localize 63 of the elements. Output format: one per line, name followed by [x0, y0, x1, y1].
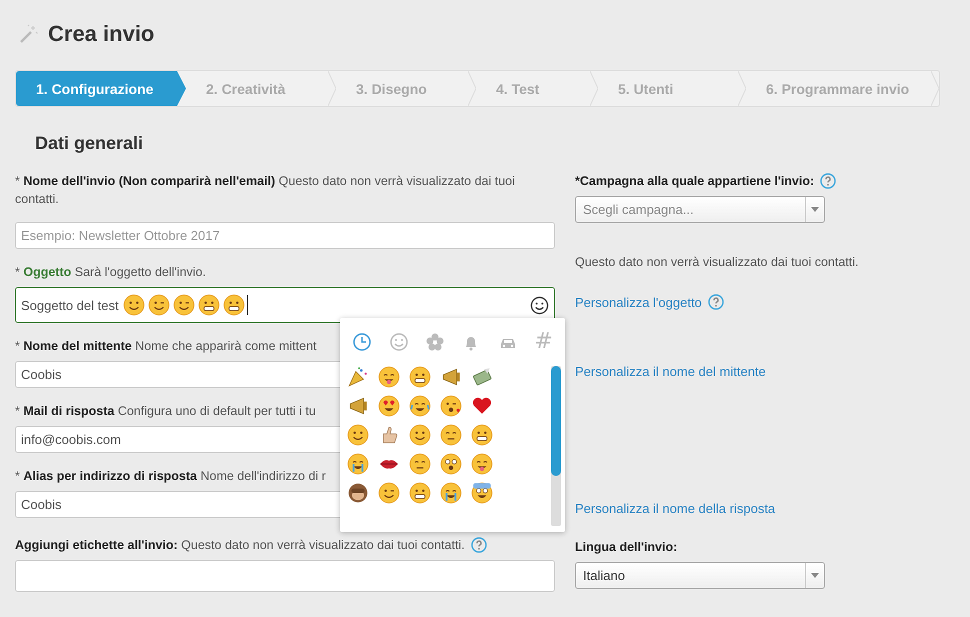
- smiley-icon[interactable]: [122, 294, 145, 316]
- tags-field[interactable]: [15, 560, 555, 592]
- step-tab[interactable]: 5. Utenti: [598, 71, 746, 106]
- step-tab[interactable]: 2. Creatività: [186, 71, 336, 106]
- sad-face-icon[interactable]: [440, 424, 462, 446]
- section-title: Dati generali: [35, 133, 144, 154]
- dropdown-caret-icon: [811, 207, 819, 212]
- step-tab[interactable]: 3. Disegno: [336, 71, 476, 106]
- customize-link[interactable]: Personalizza l'oggetto: [575, 294, 702, 310]
- clock-icon[interactable]: [352, 332, 372, 352]
- kissing-face-icon[interactable]: [440, 395, 462, 417]
- monkey-icon[interactable]: [347, 482, 369, 504]
- scrollbar[interactable]: [551, 366, 561, 526]
- winking-face-icon[interactable]: [172, 294, 195, 316]
- field-label: Lingua dell'invio:: [575, 539, 678, 556]
- grinning-face-icon[interactable]: [409, 366, 431, 388]
- winking-face-icon[interactable]: [148, 294, 170, 316]
- customize-link[interactable]: Personalizza il nome della risposta: [575, 501, 776, 516]
- step-tab[interactable]: 6. Programmare invio: [746, 71, 939, 106]
- tongue-face-icon[interactable]: [378, 366, 400, 388]
- astonished-face-icon[interactable]: [440, 453, 462, 475]
- megaphone-icon[interactable]: [440, 366, 462, 388]
- language-select[interactable]: Italiano: [575, 562, 825, 589]
- help-icon[interactable]: [708, 294, 724, 310]
- field-label: *Alias per indirizzo di risposta Nome dell'indirizzo di r: [15, 468, 326, 485]
- step-tab[interactable]: 1. Configurazione: [16, 71, 186, 106]
- dropdown-caret-icon: [811, 573, 819, 578]
- smiley-icon[interactable]: [347, 424, 369, 446]
- magic-wand-icon: [18, 24, 38, 44]
- field-label: *Nome dell'invio (Non comparirà nell'email) Questo dato non verrà visualizzato dai tuoi contatti.: [15, 174, 515, 206]
- grinning-face-icon[interactable]: [222, 294, 245, 316]
- step-tab[interactable]: 4. Test: [476, 71, 598, 106]
- crying-face-icon[interactable]: [347, 453, 369, 475]
- grinning-face-icon[interactable]: [198, 294, 220, 316]
- party-popper-icon[interactable]: [347, 366, 369, 388]
- sad-face-icon[interactable]: [409, 453, 431, 475]
- emoji-picker-icon[interactable]: [530, 296, 549, 314]
- customize-link[interactable]: Personalizza il nome del mittente: [575, 364, 766, 379]
- page-title: Crea invio: [48, 21, 154, 47]
- heart-eyes-face-icon[interactable]: [378, 395, 400, 417]
- winking-face-icon[interactable]: [378, 482, 400, 504]
- banknote-icon[interactable]: [471, 366, 493, 388]
- campaign-select[interactable]: Scegli campagna...: [575, 196, 825, 223]
- help-icon[interactable]: [470, 537, 487, 553]
- screaming-face-icon[interactable]: [471, 482, 493, 504]
- grinning-face-icon[interactable]: [471, 424, 493, 446]
- field-label: *Oggetto Sarà l'oggetto dell'invio.: [15, 264, 206, 281]
- subject-field[interactable]: Soggetto del test: [15, 287, 555, 323]
- field-label: *Mail di risposta Configura uno di default per tutti i tu: [15, 403, 316, 420]
- smiley-icon[interactable]: [409, 424, 431, 446]
- field-label: * Nome del mittente Nome che apparirà come mittent: [15, 338, 317, 355]
- field-label: Aggiungi etichette all'invio: Questo dato non verrà visualizzato dai tuoi contatti.: [15, 537, 465, 554]
- input-field[interactable]: Esempio: Newsletter Ottobre 2017: [15, 222, 555, 249]
- emoji-category-tab[interactable]: #: [534, 332, 553, 352]
- subject-value: Soggetto del test: [21, 298, 119, 312]
- megaphone-icon[interactable]: [347, 395, 369, 417]
- tongue-face-icon[interactable]: [471, 453, 493, 475]
- campaign-note: Questo dato non verrà visualizzato dai tuoi contatti.: [575, 255, 860, 269]
- laughing-face-icon[interactable]: [409, 395, 431, 417]
- field-label: *Campagna alla quale appartiene l'invio:: [575, 173, 814, 190]
- crying-face-icon[interactable]: [440, 482, 462, 504]
- grinning-face-icon[interactable]: [409, 482, 431, 504]
- help-icon[interactable]: [820, 173, 836, 189]
